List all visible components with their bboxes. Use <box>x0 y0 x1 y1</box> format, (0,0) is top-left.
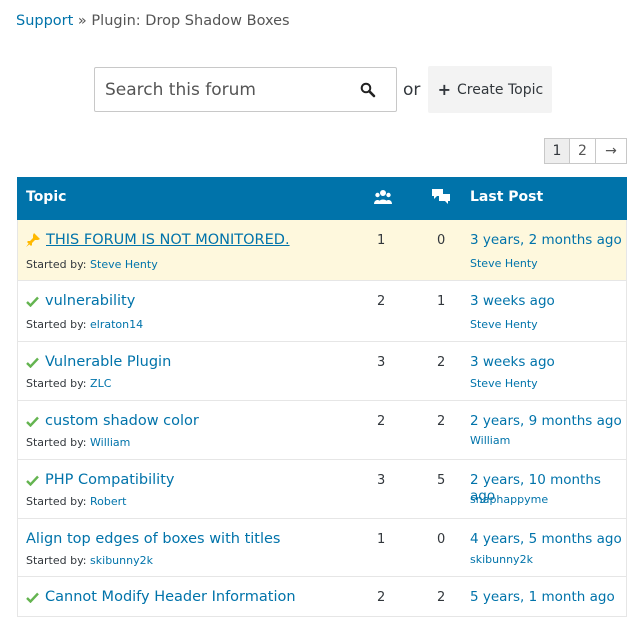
topic-link[interactable]: Cannot Modify Header Information <box>45 589 296 605</box>
create-topic-button[interactable]: + Create Topic <box>428 66 553 113</box>
table-row: Align top edges of boxes with titles Sta… <box>17 519 627 577</box>
table-row: PHP Compatibility Started by: Robert 3 5… <box>17 460 627 519</box>
author-link[interactable]: elraton14 <box>90 318 143 331</box>
freshness-link[interactable]: 3 weeks ago <box>470 293 555 309</box>
pagination: 1 2 → <box>544 138 627 164</box>
last-poster-link[interactable]: Steve Henty <box>470 318 538 331</box>
voice-count: 1 <box>377 233 386 248</box>
checkmark-icon <box>26 475 39 486</box>
topic-title: THIS FORUM IS NOT MONITORED. <box>26 232 290 248</box>
topic-link[interactable]: THIS FORUM IS NOT MONITORED. <box>46 232 290 248</box>
voice-count: 1 <box>377 532 386 547</box>
author-link[interactable]: Steve Henty <box>90 258 158 271</box>
header-last-post: Last Post <box>470 189 544 205</box>
topic-title: Vulnerable Plugin <box>26 354 171 370</box>
voice-count: 2 <box>377 294 386 309</box>
topic-title: vulnerability <box>26 293 135 309</box>
post-count: 2 <box>437 355 446 370</box>
topic-title: PHP Compatibility <box>26 472 174 488</box>
table-row: vulnerability Started by: elraton14 2 1 … <box>17 281 627 342</box>
search-input[interactable] <box>103 78 357 101</box>
author-link[interactable]: Robert <box>90 495 126 508</box>
voice-count: 3 <box>377 355 386 370</box>
topics-table: Topic Last Post THIS FORUM IS NOT MONITO… <box>17 177 627 617</box>
post-count: 2 <box>437 414 446 429</box>
table-header: Topic Last Post <box>17 177 627 220</box>
started-by-label: Started by: <box>26 258 87 271</box>
speech-bubbles-icon <box>431 188 451 210</box>
last-poster-link[interactable]: William <box>470 434 510 447</box>
last-poster-link[interactable]: skibunny2k <box>470 553 533 566</box>
plus-icon: + <box>437 80 451 99</box>
started-by: Started by: William <box>26 436 130 449</box>
search-row: or + Create Topic <box>94 66 553 113</box>
freshness-link[interactable]: 2 years, 9 months ago <box>470 413 622 429</box>
started-by: Started by: Robert <box>26 495 127 508</box>
post-count: 2 <box>437 590 446 605</box>
freshness-link[interactable]: 3 weeks ago <box>470 354 555 370</box>
checkmark-icon <box>26 357 39 368</box>
breadcrumb-separator: » <box>73 13 92 29</box>
table-row: custom shadow color Started by: William … <box>17 401 627 460</box>
started-by-label: Started by: <box>26 495 87 508</box>
post-count: 5 <box>437 473 446 488</box>
post-count: 0 <box>437 233 446 248</box>
freshness-link[interactable]: 4 years, 5 months ago <box>470 531 622 547</box>
breadcrumb-support-link[interactable]: Support <box>16 13 73 29</box>
topic-link[interactable]: Align top edges of boxes with titles <box>26 531 280 547</box>
topic-title: custom shadow color <box>26 413 199 429</box>
voice-count: 3 <box>377 473 386 488</box>
author-link[interactable]: William <box>90 436 130 449</box>
checkmark-icon <box>26 592 39 603</box>
breadcrumb: Support » Plugin: Drop Shadow Boxes <box>16 13 290 29</box>
page-2-link[interactable]: 2 <box>569 138 596 164</box>
topic-link[interactable]: custom shadow color <box>45 413 199 429</box>
started-by: Started by: skibunny2k <box>26 554 153 567</box>
started-by-label: Started by: <box>26 436 87 449</box>
freshness-link[interactable]: 5 years, 1 month ago <box>470 589 615 605</box>
pin-icon <box>26 233 40 247</box>
voice-count: 2 <box>377 590 386 605</box>
started-by-label: Started by: <box>26 377 87 390</box>
voice-count: 2 <box>377 414 386 429</box>
post-count: 1 <box>437 294 446 309</box>
post-count: 0 <box>437 532 446 547</box>
topic-title: Cannot Modify Header Information <box>26 589 296 605</box>
started-by-label: Started by: <box>26 318 87 331</box>
freshness-link[interactable]: 3 years, 2 months ago <box>470 232 622 248</box>
table-row: Vulnerable Plugin Started by: ZLC 3 2 3 … <box>17 342 627 401</box>
topic-title: Align top edges of boxes with titles <box>26 531 280 547</box>
checkmark-icon <box>26 416 39 427</box>
checkmark-icon <box>26 296 39 307</box>
users-icon <box>374 189 392 209</box>
started-by: Started by: elraton14 <box>26 318 143 331</box>
topic-link[interactable]: Vulnerable Plugin <box>45 354 171 370</box>
table-row: Cannot Modify Header Information 2 2 5 y… <box>17 577 627 617</box>
last-poster-link[interactable]: Steve Henty <box>470 257 538 270</box>
page-1-current: 1 <box>544 138 570 164</box>
table-row: THIS FORUM IS NOT MONITORED. Started by:… <box>17 220 627 281</box>
started-by-label: Started by: <box>26 554 87 567</box>
author-link[interactable]: skibunny2k <box>90 554 153 567</box>
search-icon[interactable] <box>360 82 378 100</box>
topic-link[interactable]: vulnerability <box>45 293 135 309</box>
next-page-link[interactable]: → <box>595 138 627 164</box>
search-box <box>94 67 397 112</box>
author-link[interactable]: ZLC <box>90 377 111 390</box>
last-poster-link[interactable]: snaphappyme <box>470 493 548 506</box>
started-by: Started by: ZLC <box>26 377 111 390</box>
started-by: Started by: Steve Henty <box>26 258 158 271</box>
breadcrumb-current: Plugin: Drop Shadow Boxes <box>91 13 290 29</box>
or-text: or <box>403 79 421 100</box>
header-topic: Topic <box>26 189 67 205</box>
last-poster-link[interactable]: Steve Henty <box>470 377 538 390</box>
create-topic-label: Create Topic <box>457 81 544 98</box>
topic-link[interactable]: PHP Compatibility <box>45 472 174 488</box>
